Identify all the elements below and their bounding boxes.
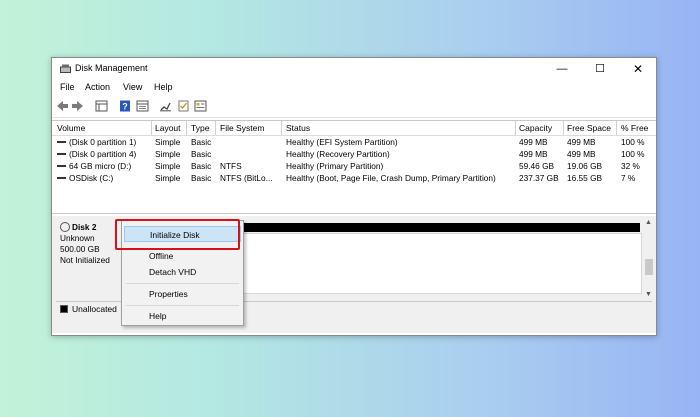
rescan-icon[interactable] — [159, 100, 172, 112]
unallocated-swatch — [60, 305, 68, 313]
volume-fs: NTFS (BitLo... — [220, 173, 273, 183]
forward-icon[interactable] — [71, 100, 84, 112]
close-button[interactable]: ✕ — [620, 58, 656, 80]
menu-offline[interactable]: Offline — [124, 248, 241, 264]
volume-row[interactable]: 64 GB micro (D:) Simple Basic NTFS Healt… — [52, 160, 656, 172]
col-percent-free[interactable]: % Free — [621, 123, 648, 133]
volume-pct-free: 32 % — [621, 161, 640, 171]
scroll-down-icon[interactable]: ▼ — [645, 291, 652, 298]
volume-free: 499 MB — [567, 137, 596, 147]
menu-action[interactable]: Action — [85, 82, 110, 92]
volume-status: Healthy (Recovery Partition) — [286, 149, 390, 159]
unallocated-bar — [238, 223, 640, 232]
volume-pct-free: 100 % — [621, 137, 645, 147]
checklist-icon[interactable] — [177, 100, 190, 112]
col-layout[interactable]: Layout — [155, 123, 181, 133]
col-capacity[interactable]: Capacity — [519, 123, 552, 133]
volume-capacity: 499 MB — [519, 137, 548, 147]
volume-layout: Simple — [155, 137, 181, 147]
console-icon[interactable] — [136, 100, 149, 112]
volume-name: OSDisk (C:) — [57, 173, 113, 183]
volume-status: Healthy (EFI System Partition) — [286, 137, 398, 147]
col-volume[interactable]: Volume — [57, 123, 85, 133]
volume-pct-free: 7 % — [621, 173, 636, 183]
volume-name: 64 GB micro (D:) — [57, 161, 131, 171]
help-icon[interactable]: ? — [119, 100, 132, 112]
unallocated-region[interactable] — [238, 233, 642, 294]
volume-layout: Simple — [155, 149, 181, 159]
disk-type: Unknown — [60, 233, 95, 243]
disk-state: Not Initialized — [60, 255, 110, 265]
maximize-button[interactable]: ☐ — [582, 58, 618, 80]
disk-icon — [60, 221, 70, 232]
menu-view[interactable]: View — [123, 82, 142, 92]
volume-icon — [57, 176, 66, 179]
title-bar[interactable]: Disk Management — ☐ ✕ — [52, 58, 656, 80]
volume-row[interactable]: OSDisk (C:) Simple Basic NTFS (BitLo... … — [52, 172, 656, 184]
disk-management-icon — [60, 64, 71, 73]
col-file-system[interactable]: File System — [220, 123, 264, 133]
volume-capacity: 499 MB — [519, 149, 548, 159]
volume-icon — [57, 152, 66, 155]
scroll-thumb[interactable] — [645, 259, 653, 275]
disk-size: 500.00 GB — [60, 244, 100, 254]
col-status[interactable]: Status — [286, 123, 310, 133]
vertical-scrollbar[interactable]: ▲ ▼ — [644, 219, 654, 301]
menu-bar: File Action View Help — [52, 80, 656, 96]
volume-type: Basic — [191, 161, 212, 171]
volume-list: Volume Layout Type File System Status Ca… — [52, 120, 656, 214]
volume-name: (Disk 0 partition 4) — [57, 149, 136, 159]
menu-help-item[interactable]: Help — [124, 308, 241, 324]
volume-layout: Simple — [155, 173, 181, 183]
back-icon[interactable] — [56, 100, 69, 112]
disk-list-icon[interactable] — [95, 100, 108, 112]
volume-name: (Disk 0 partition 1) — [57, 137, 136, 147]
volume-row[interactable]: (Disk 0 partition 4) Simple Basic Health… — [52, 148, 656, 160]
menu-separator — [126, 283, 239, 284]
menu-file[interactable]: File — [60, 82, 75, 92]
col-free-space[interactable]: Free Space — [567, 123, 611, 133]
volume-fs: NTFS — [220, 161, 242, 171]
volume-status: Healthy (Primary Partition) — [286, 161, 384, 171]
volume-free: 19.06 GB — [567, 161, 603, 171]
volume-status: Healthy (Boot, Page File, Crash Dump, Pr… — [286, 173, 496, 183]
disk-info-panel[interactable]: Disk 2 Unknown 500.00 GB Not Initialized — [54, 221, 118, 294]
menu-separator — [126, 305, 239, 306]
disk-name: Disk 2 — [60, 221, 96, 233]
volume-list-header: Volume Layout Type File System Status Ca… — [52, 121, 656, 136]
volume-pct-free: 100 % — [621, 149, 645, 159]
volume-icon — [57, 164, 66, 167]
scroll-up-icon[interactable]: ▲ — [645, 219, 652, 226]
volume-layout: Simple — [155, 161, 181, 171]
volume-type: Basic — [191, 173, 212, 183]
volume-capacity: 59.46 GB — [519, 161, 555, 171]
volume-free: 16.55 GB — [567, 173, 603, 183]
volume-free: 499 MB — [567, 149, 596, 159]
volume-type: Basic — [191, 137, 212, 147]
col-type[interactable]: Type — [191, 123, 209, 133]
svg-text:?: ? — [122, 102, 128, 112]
highlight-annotation — [115, 219, 240, 250]
volume-row[interactable]: (Disk 0 partition 1) Simple Basic Health… — [52, 136, 656, 148]
menu-help[interactable]: Help — [154, 82, 173, 92]
volume-icon — [57, 140, 66, 143]
menu-properties[interactable]: Properties — [124, 286, 241, 302]
volume-type: Basic — [191, 149, 212, 159]
window-title: Disk Management — [75, 63, 148, 73]
properties-icon[interactable] — [194, 100, 207, 112]
legend-unallocated: Unallocated — [72, 304, 117, 314]
volume-capacity: 237.37 GB — [519, 173, 559, 183]
minimize-button[interactable]: — — [544, 58, 580, 80]
toolbar: ? — [52, 96, 656, 118]
menu-detach-vhd[interactable]: Detach VHD — [124, 264, 241, 280]
